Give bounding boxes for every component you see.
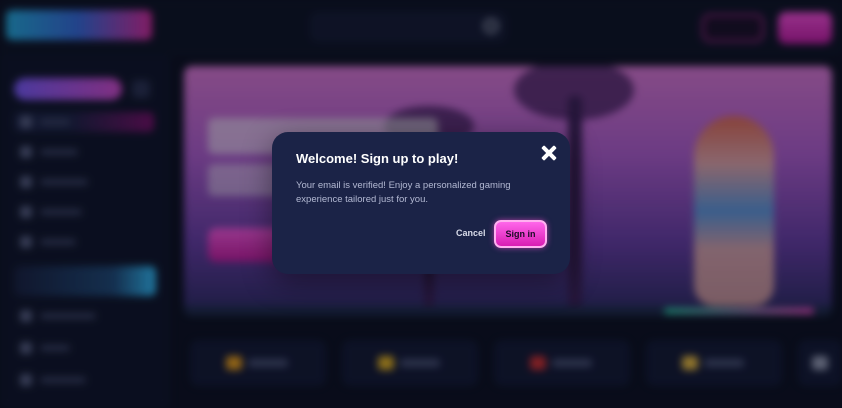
cancel-button[interactable]: Cancel: [456, 228, 486, 238]
modal-message: Your email is verified! Enjoy a personal…: [296, 180, 511, 205]
modal-title: Welcome! Sign up to play!: [296, 151, 459, 166]
signup-modal: Welcome! Sign up to play! Your email is …: [272, 132, 570, 274]
close-icon[interactable]: [540, 144, 558, 162]
sign-in-button[interactable]: Sign in: [494, 220, 547, 248]
